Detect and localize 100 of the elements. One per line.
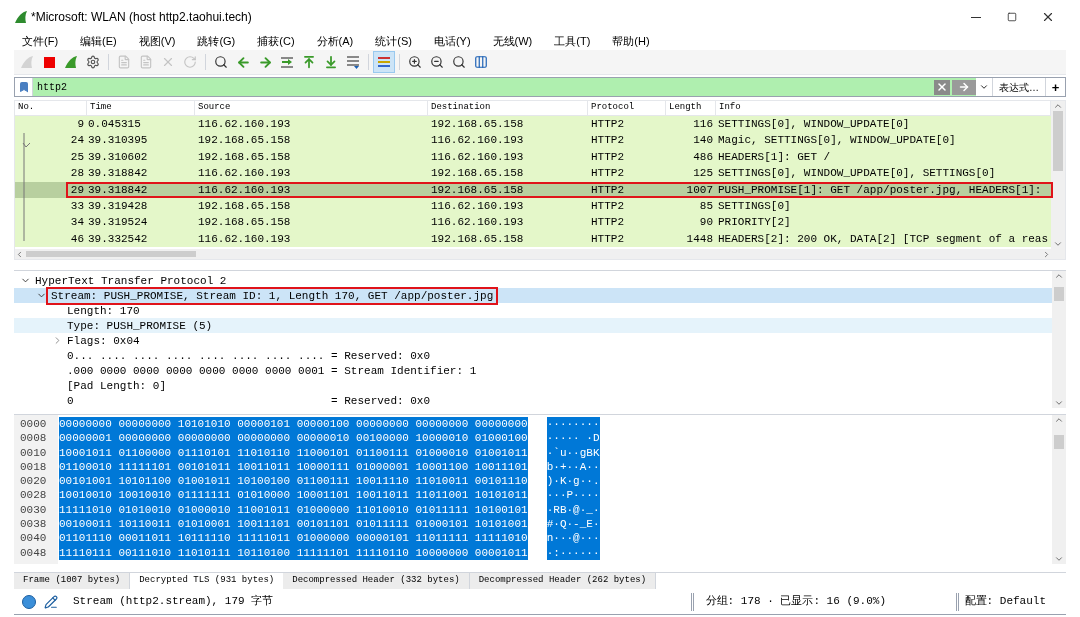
scroll-left-icon[interactable] — [15, 249, 24, 259]
table-cell-text: HTTP2 — [590, 166, 625, 182]
table-cell-text: 116 — [692, 117, 714, 132]
table-cell-text: 0.045315 — [87, 117, 142, 132]
table-cell-text: HEADERS[1]: GET / — [717, 149, 832, 165]
table-cell-text: 192.168.65.158 — [430, 166, 525, 182]
table-cell-text: HTTP2 — [590, 198, 625, 214]
scroll-thumb[interactable] — [1054, 287, 1064, 301]
packet-row[interactable]: 28 39.318842 116.62.160.193 192.168.65.158 HTTP2 125 SETTINGS[0], WINDOW_UPDATE[0], SETTINGS[0] — [15, 165, 1051, 182]
packet-row[interactable]: 34 39.319524 192.168.65.158 116.62.160.193 HTTP2 90 PRIORITY[2] — [15, 214, 1051, 231]
table-cell-text: 24 — [69, 133, 85, 149]
scroll-thumb[interactable] — [1053, 111, 1063, 171]
table-cell-text: 125 — [692, 166, 714, 182]
column-header[interactable]: No. — [15, 101, 87, 115]
tree-row-text: Flags: 0x04 — [66, 333, 141, 348]
menu-item[interactable]: 电话(Y) — [433, 32, 471, 50]
arrow-right-icon — [257, 54, 273, 70]
table-cell-text: HTTP2 — [590, 117, 625, 132]
table-cell-text: 116.62.160.193 — [430, 133, 525, 149]
menu-item[interactable]: 文件(F) — [22, 32, 59, 50]
menu-item[interactable]: 帮助(H) — [612, 32, 650, 50]
table-cell-text: HTTP2 — [590, 149, 625, 165]
stop-icon — [42, 55, 56, 69]
edit-comment-icon[interactable] — [44, 594, 58, 609]
tree-row[interactable]: HyperText Transfer Protocol 2 — [14, 273, 1052, 288]
offset-label: 0020 — [19, 474, 48, 489]
tree-row[interactable]: Stream: PUSH_PROMISE, Stream ID: 1, Length 170, GET /app/poster.jpg — [14, 288, 1052, 303]
table-cell-text: 116.62.160.193 — [197, 117, 292, 132]
table-cell-text: 1448 — [685, 231, 714, 247]
table-cell-text: 46 — [69, 231, 85, 247]
table-cell-text: 192.168.65.158 — [197, 198, 292, 214]
offset-label: 0038 — [19, 517, 48, 532]
table-cell-text: 90 — [698, 215, 714, 231]
table-cell-text: 116.62.160.193 — [430, 149, 525, 165]
table-cell-text: 192.168.65.158 — [430, 182, 525, 198]
shark-fin-icon — [64, 55, 78, 69]
column-header[interactable]: Time — [87, 101, 195, 115]
document-icon — [139, 55, 153, 69]
tree-row[interactable]: [Pad Length: 0] — [14, 378, 1052, 393]
offset-label: 0008 — [19, 431, 48, 446]
menu-item[interactable]: 统计(S) — [375, 32, 412, 50]
tree-row[interactable]: .000 0000 0000 0000 0000 0000 0000 0001 = Stream Identifier: 1 — [14, 363, 1052, 378]
tree-row[interactable]: 0 = Reserved: 0x0 — [14, 393, 1052, 408]
menu-item[interactable]: 跳转(G) — [197, 32, 236, 50]
settings-icon — [86, 55, 100, 69]
menu-item[interactable]: 编辑(E) — [80, 32, 117, 50]
menu-item[interactable]: 工具(T) — [554, 32, 591, 50]
horizontal-scrollbar[interactable] — [15, 249, 1065, 259]
column-header[interactable]: Source — [195, 101, 428, 115]
table-cell-text: 39.318842 — [87, 182, 149, 198]
tree-row[interactable]: 0... .... .... .... .... .... .... .... = Reserved: 0x0 — [14, 348, 1052, 363]
app-logo-icon — [14, 10, 28, 24]
scroll-down-icon[interactable] — [1054, 398, 1064, 408]
column-header[interactable]: Length — [666, 101, 716, 115]
menu-item[interactable]: 视图(V) — [138, 32, 176, 50]
scroll-thumb[interactable] — [1054, 435, 1064, 449]
bytes-tab[interactable]: Frame (1007 bytes) — [14, 573, 131, 589]
scrollbar[interactable] — [1051, 101, 1065, 249]
scroll-down-icon[interactable] — [1054, 554, 1064, 564]
scroll-down-icon[interactable] — [1053, 239, 1063, 249]
menu-item[interactable]: 分析(A) — [316, 32, 354, 50]
tree-row[interactable]: Flags: 0x04 — [14, 333, 1052, 348]
scroll-up-icon[interactable] — [1053, 101, 1063, 111]
table-cell-text: 25 — [69, 149, 85, 165]
offset-label: 0000 — [19, 417, 48, 432]
table-cell-text: 116.62.160.193 — [197, 166, 292, 182]
packet-row[interactable]: 9 0.045315 116.62.160.193 192.168.65.158 HTTP2 116 SETTINGS[0], WINDOW_UPDATE[0] — [15, 116, 1051, 133]
tree-row[interactable]: Type: PUSH_PROMISE (5) — [14, 318, 1052, 333]
table-cell-text: 192.168.65.158 — [197, 215, 292, 231]
packet-count: 分组: 178 · 已显示: 16 (9.0%) — [705, 594, 887, 610]
table-cell-text: 192.168.65.158 — [197, 133, 292, 149]
menu-item[interactable]: 捕获(C) — [257, 32, 295, 50]
maximize-icon — [1007, 12, 1017, 22]
status-text: Stream (http2.stream), 179 字节 — [73, 594, 274, 610]
close-icon — [161, 55, 175, 69]
scrollbar[interactable] — [1052, 415, 1066, 564]
table-cell-text: HTTP2 — [590, 231, 625, 247]
table-cell-text: 39.310395 — [87, 133, 149, 149]
column-header[interactable]: Protocol — [588, 101, 666, 115]
menu-item[interactable]: 无线(W) — [492, 32, 533, 50]
column-header[interactable]: Destination — [428, 101, 588, 115]
table-cell-text: 85 — [698, 198, 714, 214]
scroll-up-icon[interactable] — [1054, 271, 1064, 281]
table-cell-text: PRIORITY[2] — [717, 215, 792, 231]
tree-row[interactable]: Length: 170 — [14, 303, 1052, 318]
shark-fin-icon — [20, 55, 34, 69]
packet-row[interactable]: 24 39.310395 192.168.65.158 116.62.160.193 HTTP2 140 Magic, SETTINGS[0], WINDOW_UPDATE[0] — [15, 132, 1051, 149]
table-cell-text: HTTP2 — [590, 182, 625, 198]
expert-info-icon[interactable] — [22, 594, 36, 609]
table-cell-text: Magic, SETTINGS[0], WINDOW_UPDATE[0] — [717, 133, 957, 149]
bytes-tab[interactable]: Decompressed Header (262 bytes) — [469, 573, 657, 589]
bytes-tab[interactable]: Decompressed Header (332 bytes) — [283, 573, 470, 589]
toolbar-button[interactable] — [373, 51, 395, 73]
offset-label: 0048 — [19, 545, 48, 560]
scroll-right-icon[interactable] — [1042, 249, 1051, 259]
table-cell-text: 39.310602 — [87, 149, 149, 165]
table-cell-text: 39.319524 — [87, 215, 149, 231]
scroll-up-icon[interactable] — [1054, 415, 1064, 425]
table-cell-text: 116.62.160.193 — [430, 198, 525, 214]
scrollbar[interactable] — [1052, 271, 1066, 408]
